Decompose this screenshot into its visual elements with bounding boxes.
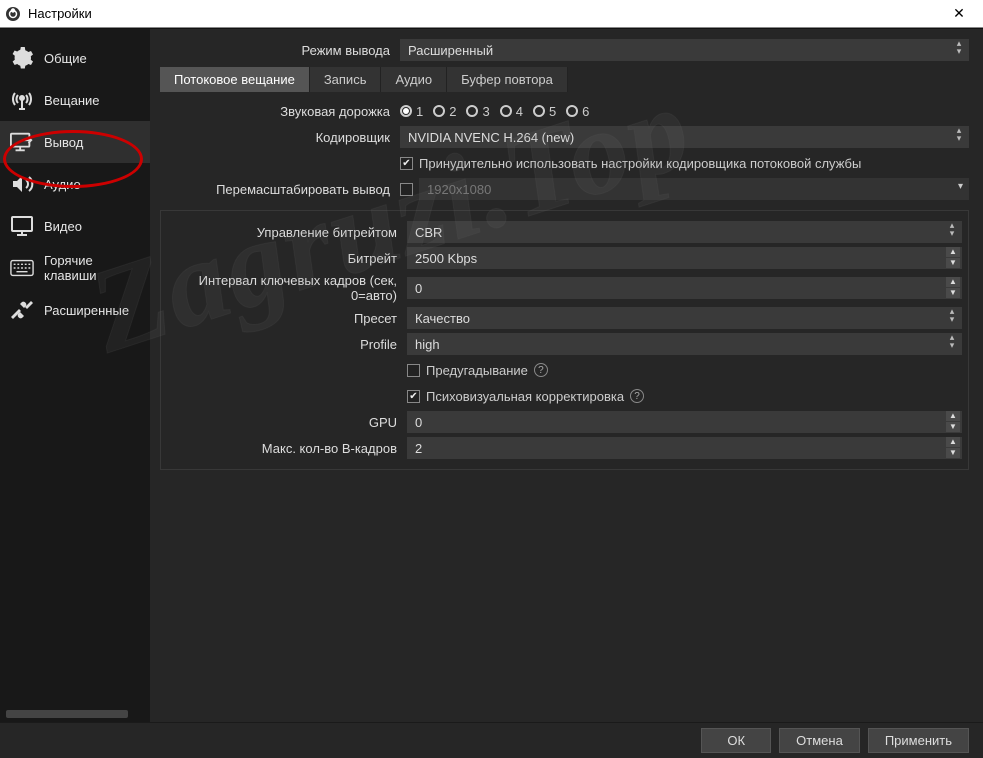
bitrate-input[interactable]: 2500 Kbps ▲▼ — [407, 247, 962, 269]
ok-button[interactable]: ОК — [701, 728, 771, 753]
encoder-select[interactable]: NVIDIA NVENC H.264 (new) ▴▾ — [400, 126, 969, 148]
psycho-checkbox[interactable] — [407, 390, 420, 403]
tab-replay-buffer[interactable]: Буфер повтора — [447, 67, 568, 92]
bframes-label: Макс. кол-во B-кадров — [167, 441, 407, 456]
audio-track-2[interactable]: 2 — [433, 104, 456, 119]
content-area: Режим вывода Расширенный ▴▾ Потоковое ве… — [150, 29, 983, 722]
keyboard-icon — [10, 256, 34, 280]
tab-streaming[interactable]: Потоковое вещание — [160, 67, 310, 92]
output-mode-select[interactable]: Расширенный ▴▾ — [400, 39, 969, 61]
tools-icon — [10, 298, 34, 322]
app-icon — [4, 5, 22, 23]
profile-value: high — [415, 337, 440, 352]
preset-value: Качество — [415, 311, 470, 326]
cancel-button[interactable]: Отмена — [779, 728, 860, 753]
tab-recording[interactable]: Запись — [310, 67, 382, 92]
bframes-value: 2 — [415, 441, 422, 456]
rescale-label: Перемасштабировать вывод — [160, 182, 400, 197]
output-mode-value: Расширенный — [408, 43, 493, 58]
sidebar-item-hotkeys[interactable]: Горячие клавиши — [0, 247, 150, 289]
gpu-value: 0 — [415, 415, 422, 430]
chevron-down-icon: ▾ — [958, 181, 963, 192]
audio-track-3[interactable]: 3 — [466, 104, 489, 119]
rescale-value: 1920x1080 — [427, 182, 491, 197]
preset-label: Пресет — [167, 311, 407, 326]
enforce-checkbox[interactable] — [400, 157, 413, 170]
spinner-arrows[interactable]: ▲▼ — [946, 437, 960, 459]
profile-select[interactable]: high ▴▾ — [407, 333, 962, 355]
bitrate-label: Битрейт — [167, 251, 407, 266]
spinner-arrows[interactable]: ▲▼ — [946, 411, 960, 433]
audio-track-radios: 1 2 3 4 5 6 — [400, 104, 589, 119]
rate-control-label: Управление битрейтом — [167, 225, 407, 240]
sidebar-item-audio[interactable]: Аудио — [0, 163, 150, 205]
sidebar-item-label: Видео — [44, 219, 82, 234]
gpu-input[interactable]: 0 ▲▼ — [407, 411, 962, 433]
keyint-input[interactable]: 0 ▲▼ — [407, 277, 962, 299]
tab-audio[interactable]: Аудио — [381, 67, 447, 92]
lookahead-label: Предугадывание — [426, 363, 528, 378]
sidebar-item-label: Расширенные — [44, 303, 129, 318]
close-button[interactable]: ✕ — [939, 5, 979, 22]
output-tabs: Потоковое вещание Запись Аудио Буфер пов… — [160, 67, 969, 92]
audio-track-label: Звуковая дорожка — [160, 104, 400, 119]
audio-track-4[interactable]: 4 — [500, 104, 523, 119]
sidebar-item-label: Вывод — [44, 135, 83, 150]
chevron-updown-icon: ▴▾ — [946, 308, 958, 323]
footer: ОК Отмена Применить — [0, 722, 983, 758]
audio-track-6[interactable]: 6 — [566, 104, 589, 119]
sidebar-item-general[interactable]: Общие — [0, 37, 150, 79]
sidebar-item-video[interactable]: Видео — [0, 205, 150, 247]
chevron-updown-icon: ▴▾ — [946, 222, 958, 237]
gear-icon — [10, 46, 34, 70]
encoder-settings-group: Управление битрейтом CBR ▴▾ Битрейт 2500… — [160, 210, 969, 470]
help-icon[interactable]: ? — [534, 363, 548, 377]
preset-select[interactable]: Качество ▴▾ — [407, 307, 962, 329]
keyint-value: 0 — [415, 281, 422, 296]
rate-control-value: CBR — [415, 225, 442, 240]
output-mode-label: Режим вывода — [160, 43, 400, 58]
speaker-icon — [10, 172, 34, 196]
sidebar-item-label: Горячие клавиши — [44, 253, 140, 283]
lookahead-checkbox[interactable] — [407, 364, 420, 377]
psycho-label: Психовизуальная корректировка — [426, 389, 624, 404]
rescale-select: 1920x1080 ▾ — [419, 178, 969, 200]
rescale-checkbox[interactable] — [400, 183, 413, 196]
bframes-input[interactable]: 2 ▲▼ — [407, 437, 962, 459]
spinner-arrows[interactable]: ▲▼ — [946, 247, 960, 269]
sidebar: Общие Вещание Вывод Аудио Видео — [0, 29, 150, 722]
chevron-updown-icon: ▴▾ — [953, 127, 965, 142]
bitrate-value: 2500 Kbps — [415, 251, 477, 266]
sidebar-item-label: Общие — [44, 51, 87, 66]
titlebar: Настройки ✕ — [0, 0, 983, 28]
gpu-label: GPU — [167, 415, 407, 430]
sidebar-item-label: Вещание — [44, 93, 100, 108]
audio-track-1[interactable]: 1 — [400, 104, 423, 119]
encoder-value: NVIDIA NVENC H.264 (new) — [408, 130, 574, 145]
output-icon — [10, 130, 34, 154]
sidebar-item-advanced[interactable]: Расширенные — [0, 289, 150, 331]
chevron-updown-icon: ▴▾ — [946, 334, 958, 349]
encoder-label: Кодировщик — [160, 130, 400, 145]
audio-track-5[interactable]: 5 — [533, 104, 556, 119]
rate-control-select[interactable]: CBR ▴▾ — [407, 221, 962, 243]
profile-label: Profile — [167, 337, 407, 352]
chevron-updown-icon: ▴▾ — [953, 40, 965, 55]
monitor-icon — [10, 214, 34, 238]
sidebar-item-output[interactable]: Вывод — [0, 121, 150, 163]
sidebar-scrollbar[interactable] — [6, 710, 128, 718]
sidebar-item-stream[interactable]: Вещание — [0, 79, 150, 121]
keyint-label: Интервал ключевых кадров (сек, 0=авто) — [167, 273, 407, 303]
enforce-label: Принудительно использовать настройки код… — [419, 156, 861, 171]
apply-button[interactable]: Применить — [868, 728, 969, 753]
spinner-arrows[interactable]: ▲▼ — [946, 277, 960, 299]
sidebar-item-label: Аудио — [44, 177, 81, 192]
help-icon[interactable]: ? — [630, 389, 644, 403]
broadcast-icon — [10, 88, 34, 112]
window-title: Настройки — [28, 6, 92, 21]
